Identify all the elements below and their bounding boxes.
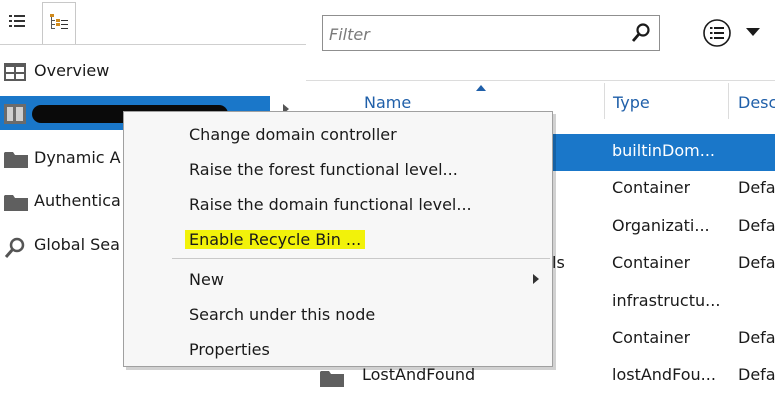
nav-toolbar bbox=[0, 0, 306, 45]
filter-input[interactable] bbox=[327, 22, 631, 46]
menu-item-raise-forest-level[interactable]: Raise the forest functional level... bbox=[127, 154, 549, 184]
menu-item-properties[interactable]: Properties bbox=[127, 334, 549, 364]
column-header-name[interactable]: Name bbox=[364, 93, 411, 112]
cell-type: Container bbox=[612, 328, 691, 347]
search-icon[interactable] bbox=[631, 23, 651, 43]
menu-item-change-domain-controller[interactable]: Change domain controller bbox=[127, 119, 549, 149]
menu-item-search-under-node[interactable]: Search under this node bbox=[127, 299, 549, 329]
menu-item-label: New bbox=[189, 270, 224, 289]
tree-view-button[interactable] bbox=[42, 2, 76, 44]
cell-type: Organizati... bbox=[612, 216, 710, 235]
menu-item-label: Search under this node bbox=[189, 305, 376, 324]
menu-item-label: Properties bbox=[189, 340, 270, 359]
folder-icon bbox=[4, 195, 28, 211]
menu-item-label-highlighted: Enable Recycle Bin ... bbox=[185, 230, 366, 249]
filter-box bbox=[322, 15, 660, 51]
overview-icon bbox=[4, 63, 26, 81]
cell-description: Defa bbox=[738, 178, 775, 197]
sort-ascending-icon bbox=[476, 85, 486, 91]
cell-type: Container bbox=[612, 178, 691, 197]
menu-item-label: Raise the domain functional level... bbox=[189, 195, 472, 214]
nav-item-label: Authentica bbox=[34, 191, 121, 210]
folder-icon bbox=[320, 371, 344, 387]
tree-view-icon bbox=[50, 14, 68, 29]
menu-item-enable-recycle-bin[interactable]: Enable Recycle Bin ... bbox=[127, 224, 549, 254]
nav-item-overview[interactable]: Overview bbox=[0, 55, 306, 89]
nav-item-label: Global Sea bbox=[34, 235, 120, 254]
menu-item-raise-domain-level[interactable]: Raise the domain functional level... bbox=[127, 189, 549, 219]
cell-description: Defa bbox=[738, 328, 775, 347]
column-header-type[interactable]: Type bbox=[613, 93, 650, 112]
list-options-icon bbox=[703, 19, 731, 47]
content-toolbar bbox=[306, 0, 775, 80]
chevron-down-icon[interactable] bbox=[746, 28, 760, 36]
column-divider[interactable] bbox=[728, 83, 729, 119]
cell-type: lostAndFou... bbox=[612, 365, 716, 384]
cell-type: infrastructu... bbox=[612, 291, 721, 310]
menu-item-label: Raise the forest functional level... bbox=[189, 160, 458, 179]
cell-description: Defa bbox=[738, 253, 775, 272]
cell-description: Defa bbox=[738, 216, 775, 235]
cell-type: builtinDom... bbox=[612, 141, 715, 160]
domain-icon bbox=[4, 104, 26, 124]
menu-item-label: Change domain controller bbox=[189, 125, 397, 144]
cell-description: Defa bbox=[738, 365, 775, 384]
context-menu: Change domain controller Raise the fores… bbox=[123, 111, 553, 367]
cell-type: Container bbox=[612, 253, 691, 272]
list-view-icon bbox=[9, 15, 25, 27]
folder-icon bbox=[4, 152, 28, 168]
view-options-button[interactable] bbox=[702, 18, 736, 50]
column-divider[interactable] bbox=[604, 83, 605, 119]
search-icon bbox=[4, 237, 25, 258]
column-header-description[interactable]: Desc bbox=[738, 93, 775, 112]
menu-separator bbox=[172, 258, 550, 259]
list-view-button[interactable] bbox=[2, 3, 34, 41]
submenu-arrow-icon bbox=[533, 274, 539, 284]
nav-item-label: Dynamic A bbox=[34, 148, 121, 167]
nav-item-label: Overview bbox=[34, 61, 110, 80]
menu-item-new[interactable]: New bbox=[127, 264, 549, 294]
